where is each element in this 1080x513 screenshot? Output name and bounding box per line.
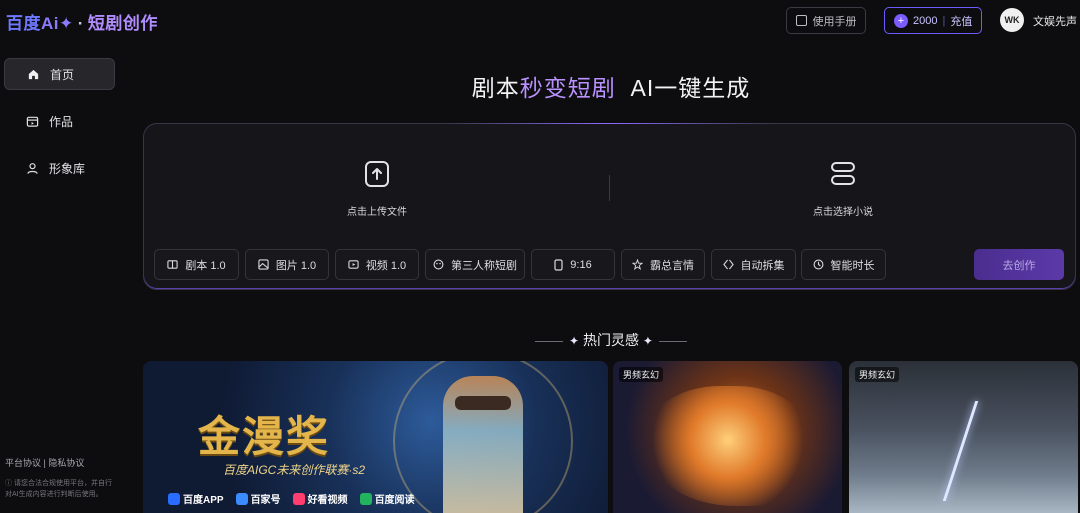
brand-label: 百家号 — [250, 495, 281, 506]
image-icon — [258, 259, 269, 270]
brand-label: 百度APP — [183, 495, 224, 506]
mask-icon — [433, 259, 444, 270]
chip-label: 智能时长 — [830, 259, 875, 272]
genre-tag: 男频玄幻 — [855, 367, 900, 382]
clock-icon — [813, 259, 823, 270]
genre-tag: 男频玄幻 — [619, 367, 664, 382]
sidebar-item-works[interactable]: 作品 — [4, 105, 115, 137]
genre-icon — [632, 259, 643, 270]
manual-icon — [795, 15, 807, 26]
chip-label: 自动拆集 — [740, 259, 785, 272]
user-icon — [27, 162, 38, 174]
sparkle-icon: ✦ — [642, 334, 653, 348]
username[interactable]: 文娱先声 — [1033, 13, 1077, 29]
app-logo[interactable]: 百度Ai✦ · 短剧创作 — [6, 9, 158, 34]
sidebar-item-label: 形象库 — [49, 161, 86, 176]
inspiration-card-storm[interactable]: 男频玄幻 — [849, 361, 1078, 513]
script-icon — [167, 260, 178, 269]
title-line-right — [658, 340, 687, 342]
brand-item: 百度阅读 — [359, 491, 415, 506]
brand-item: 百度APP — [168, 491, 224, 506]
inspiration-card-contest[interactable]: 金漫奖 百度AIGC未来创作联赛·s2 百度APP 百家号 好看视频 百度阅读 — [143, 361, 608, 513]
select-novel-area[interactable]: 点击选择小说 — [610, 160, 1076, 218]
page-headline: 剧本秒变短剧 AI一键生成 — [144, 69, 1078, 103]
phone-ratio-icon — [554, 258, 563, 271]
book-stack-icon — [831, 162, 855, 185]
chip-image-model[interactable]: 图片 1.0 — [245, 249, 329, 280]
card-title: 金漫奖 — [198, 413, 331, 460]
title-line-left — [535, 340, 564, 342]
home-icon — [28, 69, 39, 79]
chip-label: 图片 1.0 — [275, 259, 317, 272]
video-icon — [348, 260, 359, 269]
partner-brands: 百度APP 百家号 好看视频 百度阅读 — [168, 491, 415, 506]
split-icon — [722, 259, 734, 270]
section-title-text: 热门灵感 — [583, 332, 639, 348]
top-bar: 百度Ai✦ · 短剧创作 使用手册 + 2000 | 充值 WK 文娱先声 — [0, 0, 1080, 40]
footer-links[interactable]: 平台协议 | 隐私协议 — [5, 456, 84, 469]
upload-icon — [365, 161, 389, 187]
creation-panel: 点击上传文件 点击选择小说 剧本 1.0 图片 1.0 视频 1.0 第三人称短… — [143, 123, 1076, 290]
logo-product: 短剧创作 — [87, 14, 158, 33]
works-icon — [26, 116, 39, 127]
lightning-illustration — [942, 401, 979, 501]
headline-highlight: 秒变短剧 — [519, 75, 616, 101]
brand-item: 好看视频 — [292, 491, 348, 506]
sidebar-item-label: 作品 — [49, 114, 74, 129]
phoenix-illustration — [643, 386, 813, 506]
section-title: ✦ 热门灵感 ✦ — [144, 330, 1078, 350]
footer-note: ⓘ 请您合法合规使用平台，并自行对AI生成内容进行判断后使用。 — [5, 480, 112, 498]
user-manual-button[interactable]: 使用手册 — [786, 7, 866, 34]
app-root: 百度Ai✦ · 短剧创作 使用手册 + 2000 | 充值 WK 文娱先声 首页 作… — [0, 0, 1080, 513]
chip-video-model[interactable]: 视频 1.0 — [335, 249, 419, 280]
plus-coin-icon: + — [894, 13, 908, 28]
upload-label: 点击上传文件 — [347, 207, 407, 218]
chip-perspective[interactable]: 第三人称短剧 — [425, 249, 525, 280]
character-visor — [455, 396, 511, 410]
chip-aspect-ratio[interactable]: 9:16 — [531, 249, 615, 280]
chip-label: 9:16 — [570, 258, 592, 271]
brand-item: 百家号 — [235, 491, 281, 506]
inspiration-card-phoenix[interactable]: 男频玄幻 — [613, 361, 842, 513]
sidebar-item-avatar-library[interactable]: 形象库 — [4, 152, 115, 184]
chip-label: 霸总言情 — [650, 259, 694, 272]
logo-ai: Ai✦ — [41, 14, 74, 33]
go-create-button[interactable]: 去创作 — [974, 249, 1064, 280]
brand-label: 好看视频 — [307, 495, 348, 506]
sidebar-item-label: 首页 — [50, 67, 75, 82]
chip-smart-duration[interactable]: 智能时长 — [801, 249, 886, 280]
logo-brand: 百度 — [6, 14, 41, 33]
pick-label: 点击选择小说 — [813, 207, 873, 218]
baidu-app-icon — [168, 492, 180, 505]
recharge-label: 充值 — [950, 15, 973, 28]
chip-genre[interactable]: 霸总言情 — [621, 249, 705, 280]
chip-label: 剧本 1.0 — [185, 259, 226, 272]
avatar[interactable]: WK — [1000, 8, 1024, 32]
recharge-button[interactable]: + 2000 | 充值 — [884, 7, 982, 34]
chip-label: 第三人称短剧 — [451, 259, 517, 272]
headline-post: AI一键生成 — [630, 75, 751, 101]
chip-script-model[interactable]: 剧本 1.0 — [154, 249, 239, 280]
logo-separator: · — [77, 14, 84, 33]
brand-label: 百度阅读 — [374, 495, 415, 506]
baijiahao-icon — [235, 492, 248, 505]
manual-label: 使用手册 — [812, 15, 857, 28]
panel-glow — [444, 123, 774, 124]
chip-label: 视频 1.0 — [365, 259, 407, 272]
divider: | — [942, 14, 946, 27]
chip-auto-split[interactable]: 自动拆集 — [711, 249, 796, 280]
card-subtitle: 百度AIGC未来创作联赛·s2 — [223, 463, 366, 477]
haokan-video-icon — [292, 492, 305, 505]
sidebar-item-home[interactable]: 首页 — [4, 58, 115, 90]
sparkle-icon: ✦ — [569, 334, 580, 348]
upload-file-area[interactable]: 点击上传文件 — [144, 160, 610, 218]
balance-value: 2000 — [913, 14, 938, 27]
headline-pre: 剧本 — [471, 75, 520, 101]
baidu-reading-icon — [359, 492, 372, 505]
